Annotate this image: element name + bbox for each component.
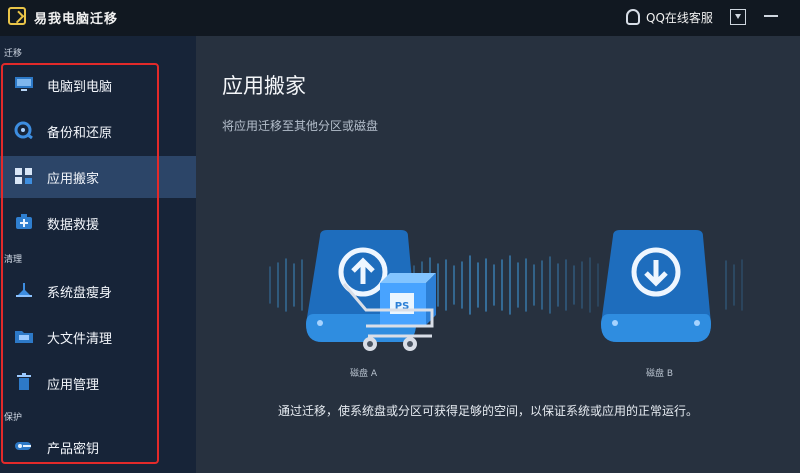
sidebar-item-large-file-cleanup[interactable]: 大文件清理 [0,316,196,358]
app-move-icon [15,168,32,184]
sidebar-item-backup-restore[interactable]: 备份和还原 [0,110,196,152]
backup-restore-icon [14,121,33,139]
disk-b-icon [601,230,711,342]
sidebar-item-label: 系统盘瘦身 [47,286,113,301]
app-title: 易我电脑迁移 [34,12,119,27]
app-logo-icon [8,7,26,25]
page-title: 应用搬家 [222,74,306,98]
qq-support-button[interactable]: QQ在线客服 [626,6,713,28]
trash-icon [17,373,31,390]
sidebar-section-migrate: 迁移 [4,49,23,59]
sidebar-item-label: 应用管理 [47,378,100,393]
sidebar-item-label: 产品密钥 [47,442,100,457]
minimize-button[interactable] [764,15,778,17]
disk-b-label: 磁盘 B [646,369,674,379]
sidebar-item-pc-to-pc[interactable]: 电脑到电脑 [0,64,196,106]
title-bar: 易我电脑迁移 QQ在线客服 [0,0,800,36]
sidebar-item-label: 应用搬家 [47,172,100,187]
description-text: 通过迁移，使系统盘或分区可获得足够的空间，以保证系统或应用的正常运行。 [278,404,699,418]
sidebar-item-product-key[interactable]: 产品密钥 [0,426,196,468]
system-cleanup-icon [16,283,32,297]
sidebar-item-app-management[interactable]: 应用管理 [0,362,196,404]
sidebar-item-label: 大文件清理 [47,332,113,347]
disk-a-label: 磁盘 A [350,369,378,379]
sidebar-item-app-migration[interactable]: 应用搬家 [0,156,196,198]
sidebar-section-clean: 清理 [4,255,23,265]
sidebar: 迁移 电脑到电脑 备份和还原 应用搬家 数据救援 清理 系统盘瘦身 大文件清理 … [0,36,196,473]
sidebar-item-data-rescue[interactable]: 数据救援 [0,202,196,244]
qq-icon [626,9,640,25]
data-rescue-icon [16,214,32,229]
sidebar-section-protect: 保护 [4,413,23,423]
key-icon [15,442,31,450]
sidebar-item-label: 数据救援 [47,218,100,233]
sidebar-item-label: 电脑到电脑 [47,80,113,95]
migration-illustration: PS [269,230,743,351]
qq-support-label: QQ在线客服 [646,10,713,25]
sidebar-item-label: 备份和还原 [47,126,113,141]
folder-cleanup-icon [15,331,33,343]
menu-dropdown-button[interactable] [730,9,746,25]
monitor-icon [15,77,33,91]
sidebar-item-system-cleanup[interactable]: 系统盘瘦身 [0,270,196,312]
main-panel: 应用搬家 将应用迁移至其他分区或磁盘 PS 磁盘 A 磁盘 B 通过迁移，使系统… [196,36,800,473]
page-subtitle: 将应用迁移至其他分区或磁盘 [222,119,379,133]
